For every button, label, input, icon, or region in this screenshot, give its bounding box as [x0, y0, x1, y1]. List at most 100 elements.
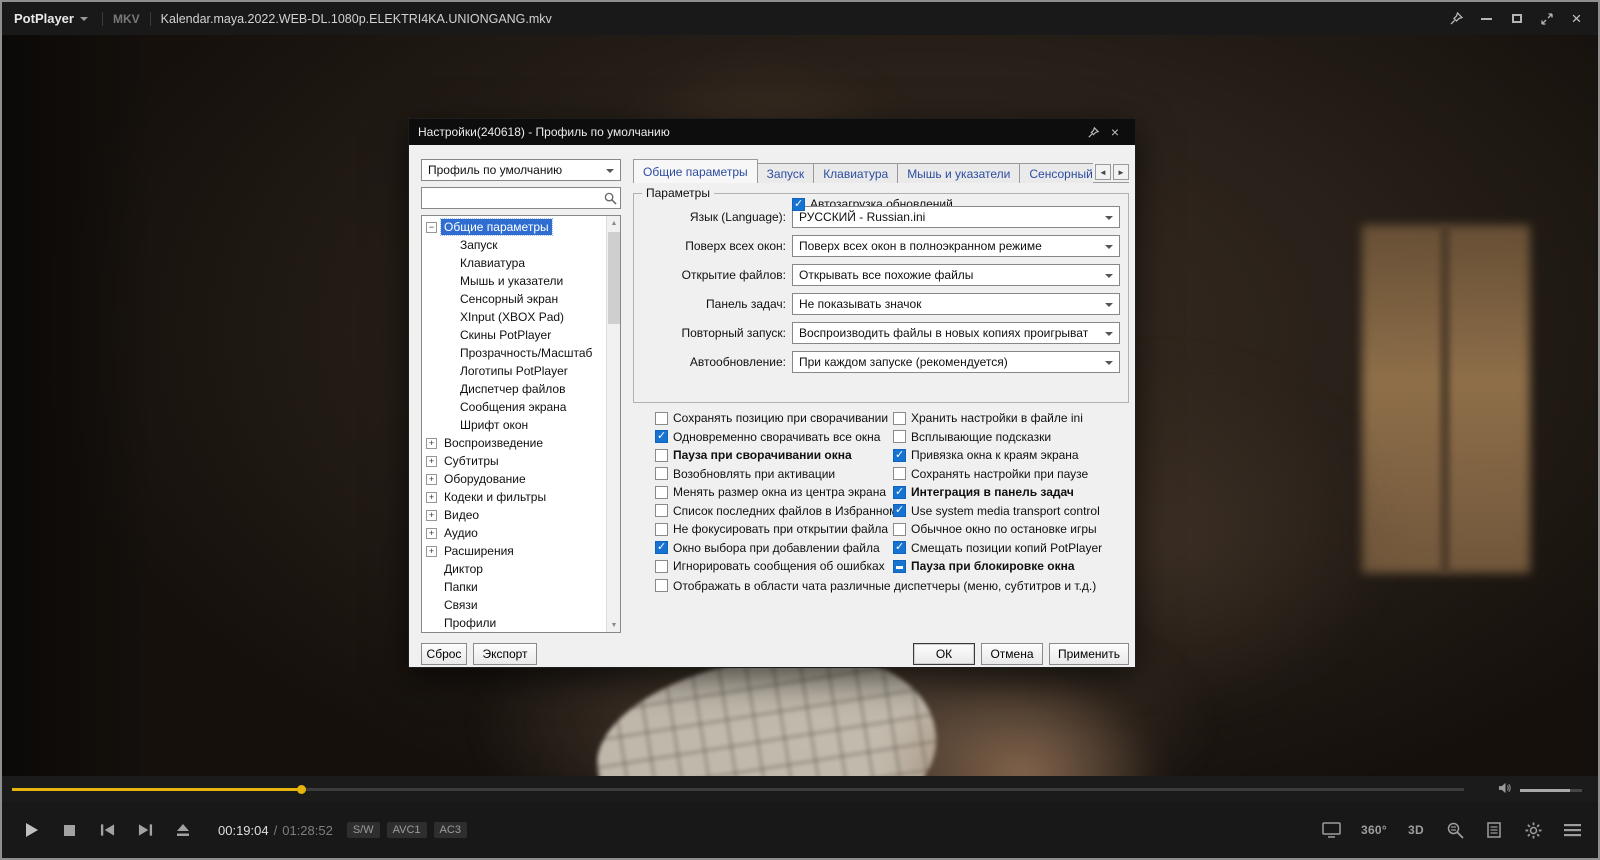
eject-button[interactable]: [164, 802, 202, 858]
tree-item[interactable]: Логотипы PotPlayer: [422, 362, 606, 380]
tab-scroll-right-icon[interactable]: ►: [1113, 164, 1129, 180]
checkbox[interactable]: [655, 486, 668, 499]
search-input[interactable]: [422, 188, 600, 208]
checkbox-row[interactable]: Менять размер окна из центра экрана: [655, 483, 893, 502]
tree-item[interactable]: Сообщения экрана: [422, 398, 606, 416]
zoom-search-icon[interactable]: [1445, 817, 1465, 843]
tree-item[interactable]: Скины PotPlayer: [422, 326, 606, 344]
scroll-up-icon[interactable]: ▲: [607, 216, 621, 230]
checkbox[interactable]: [655, 504, 668, 517]
tree-item[interactable]: +Видео: [422, 506, 606, 524]
gear-icon[interactable]: [1523, 817, 1543, 843]
video-area[interactable]: Настройки(240618) - Профиль по умолчанию…: [2, 35, 1598, 776]
field-dropdown[interactable]: Не показывать значок: [792, 293, 1120, 315]
checkbox-row[interactable]: Интеграция в панель задач: [893, 483, 1131, 502]
checkbox[interactable]: [893, 523, 906, 536]
tree-item[interactable]: Сенсорный экран: [422, 290, 606, 308]
seekbar-handle[interactable]: [297, 785, 306, 794]
pin-icon[interactable]: [1082, 122, 1104, 142]
tree-item[interactable]: +Аудио: [422, 524, 606, 542]
checkbox[interactable]: [893, 504, 906, 517]
tree-item[interactable]: +Субтитры: [422, 452, 606, 470]
checkbox[interactable]: [655, 430, 668, 443]
checkbox[interactable]: [893, 467, 906, 480]
reset-button[interactable]: Сброс: [421, 643, 467, 665]
tree-item[interactable]: Прозрачность/Масштаб: [422, 344, 606, 362]
checkbox[interactable]: [893, 449, 906, 462]
tree-expand-icon[interactable]: +: [426, 474, 437, 485]
stop-button[interactable]: [50, 802, 88, 858]
display-device-icon[interactable]: [1322, 817, 1342, 843]
app-menu-button[interactable]: PotPlayer: [10, 11, 92, 26]
tree-item[interactable]: Папки: [422, 578, 606, 596]
tree-item[interactable]: −Общие параметры: [422, 218, 606, 236]
speaker-icon[interactable]: [1498, 781, 1513, 800]
field-dropdown[interactable]: Поверх всех окон в полноэкранном режиме: [792, 235, 1120, 257]
tree-item[interactable]: Диспетчер файлов: [422, 380, 606, 398]
previous-button[interactable]: [88, 802, 126, 858]
checkbox[interactable]: [655, 541, 668, 554]
close-button[interactable]: ×: [1563, 7, 1590, 31]
tree-item[interactable]: +Расширения: [422, 542, 606, 560]
checkbox[interactable]: [655, 449, 668, 462]
checkbox[interactable]: [893, 541, 906, 554]
tree-scrollbar[interactable]: ▲ ▼: [606, 216, 620, 632]
cancel-button[interactable]: Отмена: [981, 643, 1043, 665]
pin-icon[interactable]: [1443, 7, 1470, 31]
checkbox[interactable]: [655, 560, 668, 573]
checkbox[interactable]: [792, 198, 805, 211]
next-button[interactable]: [126, 802, 164, 858]
tree-item[interactable]: Шрифт окон: [422, 416, 606, 434]
tree-item[interactable]: Связи: [422, 596, 606, 614]
settings-tab[interactable]: Мышь и указатели: [897, 163, 1020, 183]
ok-button[interactable]: ОК: [913, 643, 975, 665]
settings-tab[interactable]: Запуск: [757, 163, 815, 183]
checkbox-row[interactable]: Use system media transport control: [893, 502, 1131, 521]
field-dropdown[interactable]: Воспроизводить файлы в новых копиях прои…: [792, 322, 1120, 344]
tree-item[interactable]: Запуск: [422, 236, 606, 254]
settings-tab[interactable]: Сенсорный эк: [1019, 163, 1093, 183]
checkbox-row[interactable]: Сохранять настройки при паузе: [893, 465, 1131, 484]
checkbox[interactable]: [893, 430, 906, 443]
tab-scroll-left-icon[interactable]: ◄: [1095, 164, 1111, 180]
checkbox-row[interactable]: Игнорировать сообщения об ошибках: [655, 557, 893, 576]
tree-expand-icon[interactable]: +: [426, 528, 437, 539]
checkbox-row[interactable]: Пауза при блокировке окна: [893, 557, 1131, 576]
tree-expand-icon[interactable]: +: [426, 546, 437, 557]
tree-expand-icon[interactable]: −: [426, 222, 437, 233]
tree-expand-icon[interactable]: +: [426, 438, 437, 449]
tree-item[interactable]: XInput (XBOX Pad): [422, 308, 606, 326]
settings-tab[interactable]: Общие параметры: [633, 159, 758, 183]
export-button[interactable]: Экспорт: [473, 643, 537, 665]
threed-button[interactable]: 3D: [1406, 817, 1426, 843]
play-button[interactable]: [12, 802, 50, 858]
checkbox-row[interactable]: Одновременно сворачивать все окна: [655, 428, 893, 447]
checkbox-row[interactable]: Пауза при сворачивании окна: [655, 446, 893, 465]
checkbox-row[interactable]: Окно выбора при добавлении файла: [655, 539, 893, 558]
checkbox-row[interactable]: Список последних файлов в Избранном: [655, 502, 893, 521]
tree-item[interactable]: Мышь и указатели: [422, 272, 606, 290]
minimize-button[interactable]: [1473, 7, 1500, 31]
checkbox[interactable]: [893, 486, 906, 499]
checkbox-row[interactable]: Привязка окна к краям экрана: [893, 446, 1131, 465]
tree-item[interactable]: +Оборудование: [422, 470, 606, 488]
vr-360-button[interactable]: 360°: [1361, 817, 1387, 843]
checkbox[interactable]: [655, 412, 668, 425]
checkbox-row[interactable]: Смещать позиции копий PotPlayer: [893, 539, 1131, 558]
checkbox[interactable]: [893, 412, 906, 425]
volume-slider[interactable]: [1520, 789, 1582, 792]
maximize-button[interactable]: [1503, 7, 1530, 31]
checkbox-row[interactable]: Отображать в области чата различные дисп…: [655, 577, 1131, 596]
tree-expand-icon[interactable]: +: [426, 510, 437, 521]
field-dropdown[interactable]: РУССКИЙ - Russian.ini: [792, 206, 1120, 228]
checkbox[interactable]: [655, 579, 668, 592]
playlist-icon[interactable]: [1484, 817, 1504, 843]
settings-tab[interactable]: Клавиатура: [813, 163, 898, 183]
checkbox[interactable]: [655, 523, 668, 536]
dialog-titlebar[interactable]: Настройки(240618) - Профиль по умолчанию…: [409, 119, 1135, 145]
menu-icon[interactable]: [1562, 817, 1582, 843]
checkbox-row[interactable]: Сохранять позицию при сворачивании: [655, 409, 893, 428]
field-dropdown[interactable]: При каждом запуске (рекомендуется): [792, 351, 1120, 373]
apply-button[interactable]: Применить: [1049, 643, 1129, 665]
tree-item[interactable]: Клавиатура: [422, 254, 606, 272]
